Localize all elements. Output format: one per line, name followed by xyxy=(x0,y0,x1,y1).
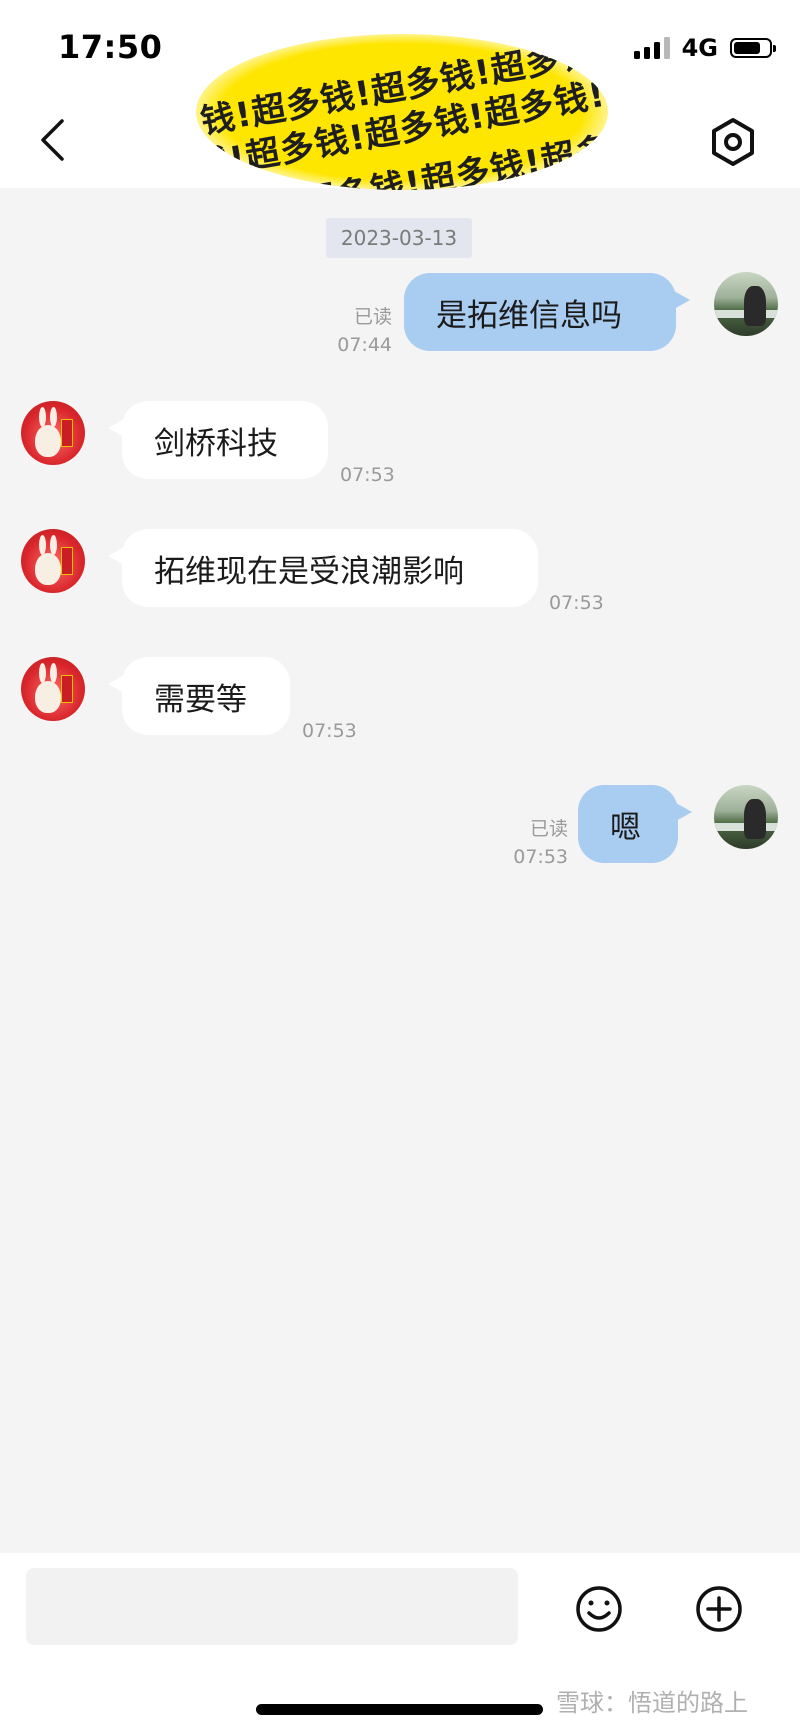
back-button[interactable] xyxy=(30,112,74,168)
contact-avatar[interactable] xyxy=(21,657,85,721)
incoming-message-bubble[interactable]: 剑桥科技 xyxy=(108,401,328,479)
my-avatar[interactable] xyxy=(714,785,778,849)
status-indicators: 4G xyxy=(633,34,776,62)
message-time: 07:53 xyxy=(549,592,604,614)
watermark: 雪球：悟道的路上 xyxy=(556,1689,748,1717)
message-input[interactable] xyxy=(26,1568,518,1645)
message-text: 拓维现在是受浪潮影响 xyxy=(154,553,464,590)
message-time: 07:53 xyxy=(513,846,568,868)
title-redaction-overlay: 钱!超多钱!超多钱!超多钱!超多钱!超多 钱!超多钱!超多钱!超多钱!超多钱!超… xyxy=(196,34,608,190)
chevron-left-icon xyxy=(41,119,64,161)
signal-strength-icon xyxy=(633,37,670,59)
outgoing-message-bubble[interactable]: 是拓维信息吗 xyxy=(404,273,690,351)
emoji-button[interactable] xyxy=(574,1584,624,1634)
more-actions-button[interactable] xyxy=(694,1584,744,1634)
battery-icon xyxy=(730,38,776,58)
message-text: 是拓维信息吗 xyxy=(436,297,622,334)
read-receipt: 已读 xyxy=(353,306,392,328)
message-time: 07:53 xyxy=(340,464,395,486)
outgoing-message-bubble[interactable]: 嗯 xyxy=(578,785,692,863)
contact-avatar[interactable] xyxy=(21,529,85,593)
chat-settings-button[interactable] xyxy=(708,116,758,168)
plus-circle-icon xyxy=(696,1586,742,1632)
message-time: 07:44 xyxy=(337,334,392,356)
header-bar: 17:50 4G 钱!超多钱!超多钱!超多钱!超多钱!超多 钱!超多钱!超多钱!… xyxy=(0,0,800,190)
input-bar: 雪球：悟道的路上 xyxy=(0,1553,800,1732)
message-time: 07:53 xyxy=(302,720,357,742)
date-separator: 2023-03-13 xyxy=(326,218,472,258)
contact-avatar[interactable] xyxy=(21,401,85,465)
network-type: 4G xyxy=(681,34,718,62)
message-meta: 已读 07:44 xyxy=(316,303,392,359)
message-text: 需要等 xyxy=(154,681,247,718)
my-avatar[interactable] xyxy=(714,272,778,336)
chat-screen: 17:50 4G 钱!超多钱!超多钱!超多钱!超多钱!超多 钱!超多钱!超多钱!… xyxy=(0,0,800,1732)
smiley-icon xyxy=(576,1586,622,1632)
incoming-message-bubble[interactable]: 需要等 xyxy=(108,657,290,735)
incoming-message-bubble[interactable]: 拓维现在是受浪潮影响 xyxy=(108,529,538,607)
message-text: 剑桥科技 xyxy=(154,425,278,462)
status-time: 17:50 xyxy=(58,28,163,66)
read-receipt: 已读 xyxy=(529,818,568,840)
home-indicator[interactable] xyxy=(256,1704,543,1715)
message-meta: 已读 07:53 xyxy=(492,815,568,871)
message-text: 嗯 xyxy=(610,809,641,846)
settings-hexagon-icon xyxy=(712,118,754,166)
